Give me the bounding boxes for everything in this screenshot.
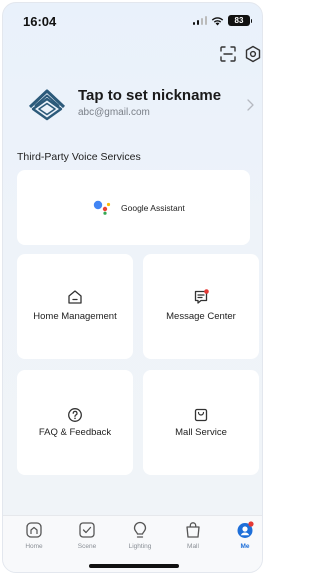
battery-icon: 83	[228, 15, 252, 26]
home-management-label: Home Management	[33, 311, 117, 322]
tab-home-label: Home	[25, 543, 43, 550]
google-assistant-icon	[93, 200, 111, 215]
message-icon	[194, 289, 209, 304]
tab-home[interactable]: Home	[14, 521, 54, 557]
person-tab-icon	[237, 521, 254, 538]
scan-icon[interactable]	[219, 45, 237, 63]
home-indicator[interactable]	[89, 564, 179, 568]
house-icon	[68, 290, 82, 304]
chevron-right-icon	[247, 99, 254, 111]
tab-mall-label: Mall	[187, 543, 199, 550]
settings-icon[interactable]	[244, 45, 262, 63]
tab-scene-label: Scene	[77, 543, 97, 550]
scene-tab-icon	[79, 522, 95, 538]
cellular-signal-icon	[192, 16, 207, 25]
message-center-label: Message Center	[166, 311, 236, 322]
nickname-label[interactable]: Tap to set nickname	[78, 87, 221, 104]
shopping-bag-icon	[194, 408, 208, 422]
faq-feedback-card[interactable]: FAQ & Feedback	[17, 370, 133, 475]
me-screen: 16:04 83 Tap to set nickname abc@gmail.c…	[2, 2, 263, 573]
email-label: abc@gmail.com	[78, 107, 150, 118]
voice-services-title: Third-Party Voice Services	[17, 151, 141, 163]
home-management-card[interactable]: Home Management	[17, 254, 133, 359]
profile-row[interactable]: Tap to set nickname abc@gmail.com	[19, 83, 259, 127]
tab-me-label: Me	[240, 543, 250, 550]
status-icons: 83	[192, 15, 252, 26]
mall-service-label: Mall Service	[175, 427, 227, 438]
status-bar: 16:04 83	[3, 3, 262, 37]
mall-service-card[interactable]: Mall Service	[143, 370, 259, 475]
message-center-card[interactable]: Message Center	[143, 254, 259, 359]
wifi-icon	[211, 16, 224, 25]
tab-me[interactable]: Me	[225, 521, 262, 557]
tab-scene[interactable]: Scene	[67, 521, 107, 557]
shopping-bag-tab-icon	[186, 522, 200, 538]
google-assistant-label: Google Assistant	[121, 203, 185, 213]
question-icon	[68, 408, 82, 422]
tab-mall[interactable]: Mall	[173, 521, 213, 557]
home-logo-icon	[28, 89, 66, 121]
faq-feedback-label: FAQ & Feedback	[38, 427, 112, 438]
status-time: 16:04	[23, 14, 57, 29]
tab-lighting[interactable]: Lighting	[120, 521, 160, 557]
tab-lighting-label: Lighting	[128, 543, 152, 550]
light-bulb-tab-icon	[133, 521, 147, 538]
home-tab-icon	[26, 522, 42, 538]
google-assistant-card[interactable]: Google Assistant	[17, 170, 250, 245]
